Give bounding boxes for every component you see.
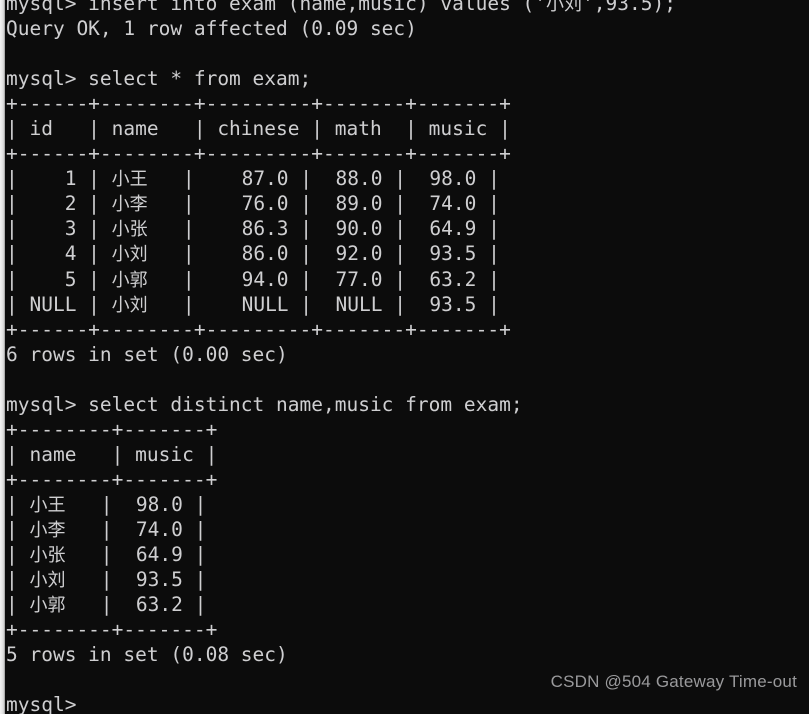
- terminal-line: | 5 | 小郭 | 94.0 | 77.0 | 63.2 |: [6, 267, 500, 291]
- terminal-line: +------+--------+---------+-------+-----…: [6, 317, 511, 341]
- cjk-text: 小刘: [546, 0, 583, 15]
- terminal-line: mysql>: [6, 693, 77, 714]
- terminal-line: 5 rows in set (0.08 sec): [6, 643, 288, 667]
- cjk-text: 小刘: [111, 244, 148, 266]
- cjk-text: 小张: [29, 545, 66, 567]
- cjk-text: 小郭: [29, 595, 66, 617]
- cjk-text: 小李: [29, 519, 66, 541]
- terminal-line: | name | music |: [6, 442, 218, 466]
- terminal-line: mysql> select * from exam;: [6, 67, 312, 91]
- cjk-text: 小李: [111, 194, 148, 216]
- terminal-line: +--------+-------+: [6, 417, 218, 441]
- terminal-line: | 小李 | 74.0 |: [6, 517, 207, 541]
- terminal-line: | NULL | 小刘 | NULL | NULL | 93.5 |: [6, 292, 500, 316]
- terminal-line: | 小王 | 98.0 |: [6, 492, 207, 516]
- terminal-line: +------+--------+---------+-------+-----…: [6, 92, 511, 116]
- cjk-text: 小郭: [111, 269, 148, 291]
- terminal-line: +--------+-------+: [6, 467, 218, 491]
- terminal-line: mysql> insert into exam (name,music) val…: [6, 0, 806, 16]
- terminal-window[interactable]: mysql> insert into exam (name,music) val…: [0, 0, 809, 714]
- terminal-line: mysql> select distinct name,music from e…: [6, 392, 523, 416]
- terminal-line: | id | name | chinese | math | music |: [6, 117, 511, 141]
- terminal-line: | 小张 | 64.9 |: [6, 543, 207, 567]
- window-left-edge: [0, 0, 5, 714]
- terminal-line: +------+--------+---------+-------+-----…: [6, 142, 511, 166]
- terminal-line: | 小郭 | 63.2 |: [6, 593, 207, 617]
- terminal-line: | 4 | 小刘 | 86.0 | 92.0 | 93.5 |: [6, 242, 500, 266]
- cjk-text: 小刘: [111, 294, 148, 316]
- cjk-text: 小王: [111, 169, 148, 191]
- cjk-text: 小张: [111, 219, 148, 241]
- terminal-line: Query OK, 1 row affected (0.09 sec): [6, 17, 417, 41]
- terminal-line: | 3 | 小张 | 86.3 | 90.0 | 64.9 |: [6, 217, 500, 241]
- terminal-line: | 小刘 | 93.5 |: [6, 568, 207, 592]
- cjk-text: 小刘: [29, 570, 66, 592]
- terminal-line: 6 rows in set (0.00 sec): [6, 342, 288, 366]
- cjk-text: 小王: [29, 494, 66, 516]
- terminal-line: | 2 | 小李 | 76.0 | 89.0 | 74.0 |: [6, 192, 500, 216]
- csdn-watermark: CSDN @504 Gateway Time-out: [550, 672, 797, 691]
- terminal-line: | 1 | 小王 | 87.0 | 88.0 | 98.0 |: [6, 167, 500, 191]
- terminal-line: +--------+-------+: [6, 618, 218, 642]
- terminal-output[interactable]: mysql> insert into exam (name,music) val…: [6, 0, 806, 714]
